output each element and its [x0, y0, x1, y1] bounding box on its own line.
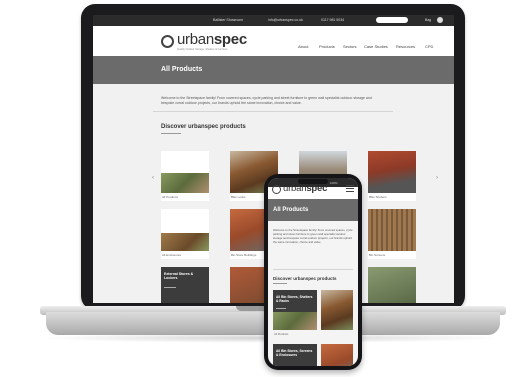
product-card[interactable]: All Enclosures: [161, 209, 209, 259]
product-caption: All Enclosures: [162, 253, 182, 257]
category-card[interactable]: External Stores & Lockers: [161, 267, 209, 303]
product-caption: Bin Store Buildings: [231, 253, 257, 257]
search-input[interactable]: [376, 17, 408, 23]
logo[interactable]: urbanspec: [177, 31, 247, 48]
nav-case-studies[interactable]: Case Studies: [364, 44, 388, 49]
phone-card-caption: All Products: [274, 333, 289, 336]
phone-product-card[interactable]: [321, 344, 353, 366]
nav-products[interactable]: Products: [319, 44, 335, 49]
carousel-next-arrow[interactable]: ›: [436, 175, 438, 181]
cart-link[interactable]: Bag: [425, 18, 431, 22]
nav-resources[interactable]: Resources: [396, 44, 415, 49]
logo-icon[interactable]: [161, 35, 174, 48]
phone-logo[interactable]: urbanspec: [283, 183, 327, 194]
carousel-prev-arrow[interactable]: ‹: [152, 175, 154, 181]
product-card[interactable]: [368, 267, 416, 303]
logo-tagline: Quality Outdoor Storage, Shelters & Furn…: [177, 48, 228, 51]
nav-cpd[interactable]: CPD: [425, 44, 433, 49]
hamburger-menu-icon[interactable]: [346, 185, 354, 192]
nav-about[interactable]: About: [298, 44, 308, 49]
product-card[interactable]: Bike Shelters: [368, 151, 416, 201]
category-title: External Stores & Lockers: [164, 272, 194, 281]
phone-notch: [298, 179, 328, 184]
user-icon[interactable]: [437, 17, 443, 23]
showroom-link[interactable]: Ballister Showroom: [213, 18, 243, 22]
product-image: [161, 173, 209, 193]
product-image: [368, 209, 416, 251]
email-link[interactable]: info@urbanspec.co.uk: [268, 18, 303, 22]
product-image: [368, 267, 416, 303]
product-caption: Bike Locks: [231, 195, 246, 199]
section-underline: [161, 133, 181, 134]
product-card[interactable]: Bin Screens: [368, 209, 416, 259]
category-title: All Bin Stores, Shelters & Racks: [276, 295, 313, 303]
nav-sectors[interactable]: Sectors: [343, 44, 357, 49]
category-title: All Bin Stores, Screens & Enclosures: [276, 349, 313, 357]
phone-product-card[interactable]: [321, 290, 353, 330]
top-utility-bar: Ballister Showroom info@urbanspec.co.uk …: [93, 15, 454, 26]
category-underline: [164, 287, 176, 288]
product-caption: All Products: [162, 195, 179, 199]
phone-link[interactable]: 0117 981 0034: [321, 18, 344, 22]
section-title: Discover urbanspec products: [161, 124, 246, 130]
product-card[interactable]: All Products: [161, 151, 209, 201]
page-title: All Products: [161, 66, 203, 73]
product-image: [161, 233, 209, 251]
phone-category-card[interactable]: All Bin Stores, Screens & Enclosures: [273, 344, 317, 366]
divider: [153, 111, 393, 112]
page-hero: [93, 56, 454, 84]
intro-text: Welcome to the Streetspace family! From …: [161, 96, 372, 105]
product-mockup: Ballister Showroom info@urbanspec.co.uk …: [0, 0, 531, 377]
product-image: [273, 312, 317, 330]
status-battery: 100%: [330, 181, 338, 185]
logo-icon[interactable]: [272, 185, 281, 194]
phone-section-underline: [273, 283, 287, 284]
product-image: [368, 151, 416, 193]
category-underline: [276, 308, 286, 309]
product-caption: Bin Screens: [369, 253, 386, 257]
phone-divider: [273, 269, 353, 270]
phone-page-title: All Products: [273, 207, 309, 213]
phone-screen: 9:41 100% urbanspec All Products Welcome…: [268, 178, 358, 366]
site-header: [93, 26, 454, 56]
product-caption: Bike Shelters: [369, 195, 387, 199]
phone-section-title: Discover urbanspec products: [273, 276, 337, 281]
phone-intro-text: Welcome to the Streetspace family! From …: [273, 228, 353, 244]
